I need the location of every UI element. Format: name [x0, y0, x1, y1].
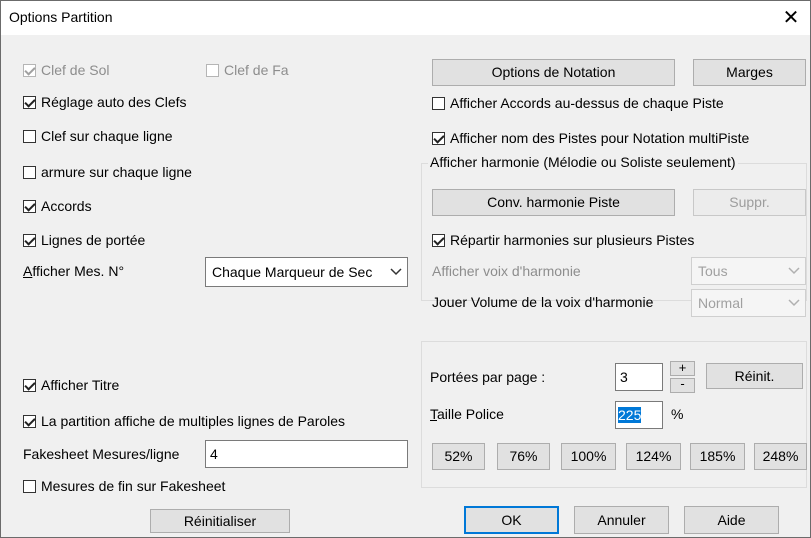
dialog-title: Options Partition	[9, 9, 113, 25]
cancel-button[interactable]: Annuler	[574, 506, 669, 534]
font-size-input[interactable]: 225	[615, 401, 663, 429]
staff-lines-checkbox[interactable]: Lignes de portée	[23, 232, 145, 248]
end-bars-label: Mesures de fin sur Fakesheet	[41, 478, 226, 494]
mnemonic-letter: T	[430, 406, 437, 422]
auto-clefs-label: Réglage auto des Clefs	[41, 94, 187, 110]
checkbox-box	[23, 130, 36, 143]
ok-button[interactable]: OK	[464, 506, 559, 534]
title-bar: Options Partition ✕	[1, 1, 810, 35]
chords-checkbox[interactable]: Accords	[23, 198, 92, 214]
checkbox-box	[23, 166, 36, 179]
font-size-unit: %	[671, 406, 684, 422]
track-names-label: Afficher nom des Pistes pour Notation mu…	[450, 130, 750, 146]
key-each-line-label: armure sur chaque ligne	[41, 164, 192, 180]
end-bars-checkbox[interactable]: Mesures de fin sur Fakesheet	[23, 478, 225, 494]
margins-button[interactable]: Marges	[693, 59, 806, 86]
checkbox-box	[23, 234, 36, 247]
checkbox-box	[23, 200, 36, 213]
chevron-down-icon	[390, 258, 402, 295]
checkbox-box	[432, 234, 445, 247]
staves-increment-button[interactable]: +	[670, 361, 695, 376]
clef-each-line-label: Clef sur chaque ligne	[41, 128, 173, 144]
font-size-label: Taille Police	[430, 406, 504, 422]
chevron-down-icon	[788, 258, 800, 292]
key-each-line-checkbox[interactable]: armure sur chaque ligne	[23, 164, 192, 180]
font-preset-76-button[interactable]: 76%	[497, 443, 550, 470]
harmony-volume-select[interactable]: Normal	[691, 289, 806, 317]
font-preset-100-button[interactable]: 100%	[561, 443, 616, 470]
bar-numbers-value: Chaque Marqueur de Sec	[212, 264, 373, 280]
notation-options-button[interactable]: Options de Notation	[432, 59, 675, 86]
clef-fa-checkbox: Clef de Fa	[206, 62, 289, 78]
font-size-value: 225	[618, 407, 642, 423]
mnemonic-letter: A	[23, 263, 33, 279]
checkbox-box	[23, 480, 36, 493]
show-title-label: Afficher Titre	[41, 377, 120, 393]
chords-above-label: Afficher Accords au-dessus de chaque Pis…	[450, 95, 724, 111]
multi-lyrics-checkbox[interactable]: La partition affiche de multiples lignes…	[23, 413, 345, 429]
options-partition-dialog: Options Partition ✕ Clef de Sol Clef de …	[0, 0, 811, 538]
harmony-voice-select[interactable]: Tous	[691, 257, 806, 285]
staves-reset-button[interactable]: Réinit.	[706, 363, 803, 389]
split-harmony-label: Répartir harmonies sur plusieurs Pistes	[450, 232, 695, 248]
checkbox-box	[23, 415, 36, 428]
fakesheet-input[interactable]: 4	[205, 440, 408, 468]
split-harmony-checkbox[interactable]: Répartir harmonies sur plusieurs Pistes	[432, 232, 694, 248]
bar-numbers-select[interactable]: Chaque Marqueur de Sec	[205, 257, 408, 287]
reset-all-button[interactable]: Réinitialiser	[150, 509, 290, 533]
checkbox-box	[206, 64, 219, 77]
font-preset-52-button[interactable]: 52%	[432, 443, 485, 470]
checkbox-box	[23, 96, 36, 109]
auto-clefs-checkbox[interactable]: Réglage auto des Clefs	[23, 94, 187, 110]
font-preset-248-button[interactable]: 248%	[754, 443, 807, 470]
clef-each-line-checkbox[interactable]: Clef sur chaque ligne	[23, 128, 173, 144]
staff-lines-label: Lignes de portée	[41, 232, 146, 248]
harmony-heading: Afficher harmonie (Mélodie ou Soliste se…	[428, 154, 738, 170]
staves-per-page-label: Portées par page :	[430, 369, 546, 385]
chords-label: Accords	[41, 198, 92, 214]
font-preset-124-button[interactable]: 124%	[626, 443, 681, 470]
staves-per-page-input[interactable]: 3	[615, 363, 663, 391]
checkbox-box	[432, 97, 445, 110]
bar-numbers-label: Afficher Mes. N°	[23, 263, 124, 279]
clef-fa-label: Clef de Fa	[224, 62, 289, 78]
harmony-volume-value: Normal	[698, 295, 744, 311]
chevron-down-icon	[788, 290, 800, 324]
close-icon[interactable]: ✕	[778, 5, 804, 31]
font-size-label-text: aille Police	[437, 406, 504, 422]
chords-above-checkbox[interactable]: Afficher Accords au-dessus de chaque Pis…	[432, 95, 724, 111]
track-names-checkbox[interactable]: Afficher nom des Pistes pour Notation mu…	[432, 130, 749, 146]
checkbox-box	[432, 132, 445, 145]
harmony-voice-value: Tous	[698, 263, 728, 279]
checkbox-box	[23, 379, 36, 392]
checkbox-box	[23, 64, 36, 77]
clef-sol-checkbox: Clef de Sol	[23, 62, 109, 78]
clef-sol-label: Clef de Sol	[41, 62, 110, 78]
help-button[interactable]: Aide	[684, 506, 779, 534]
fakesheet-label: Fakesheet Mesures/ligne	[23, 446, 180, 462]
delete-harmony-button[interactable]: Suppr.	[693, 189, 806, 216]
harmony-volume-label: Jouer Volume de la voix d'harmonie	[432, 294, 654, 310]
bar-numbers-label-text: fficher Mes. N°	[32, 263, 125, 279]
font-preset-185-button[interactable]: 185%	[690, 443, 745, 470]
staves-decrement-button[interactable]: -	[670, 377, 695, 393]
multi-lyrics-label: La partition affiche de multiples lignes…	[41, 413, 346, 429]
harmony-voice-label: Afficher voix d'harmonie	[432, 263, 581, 279]
show-title-checkbox[interactable]: Afficher Titre	[23, 377, 119, 393]
convert-harmony-button[interactable]: Conv. harmonie Piste	[432, 189, 675, 216]
